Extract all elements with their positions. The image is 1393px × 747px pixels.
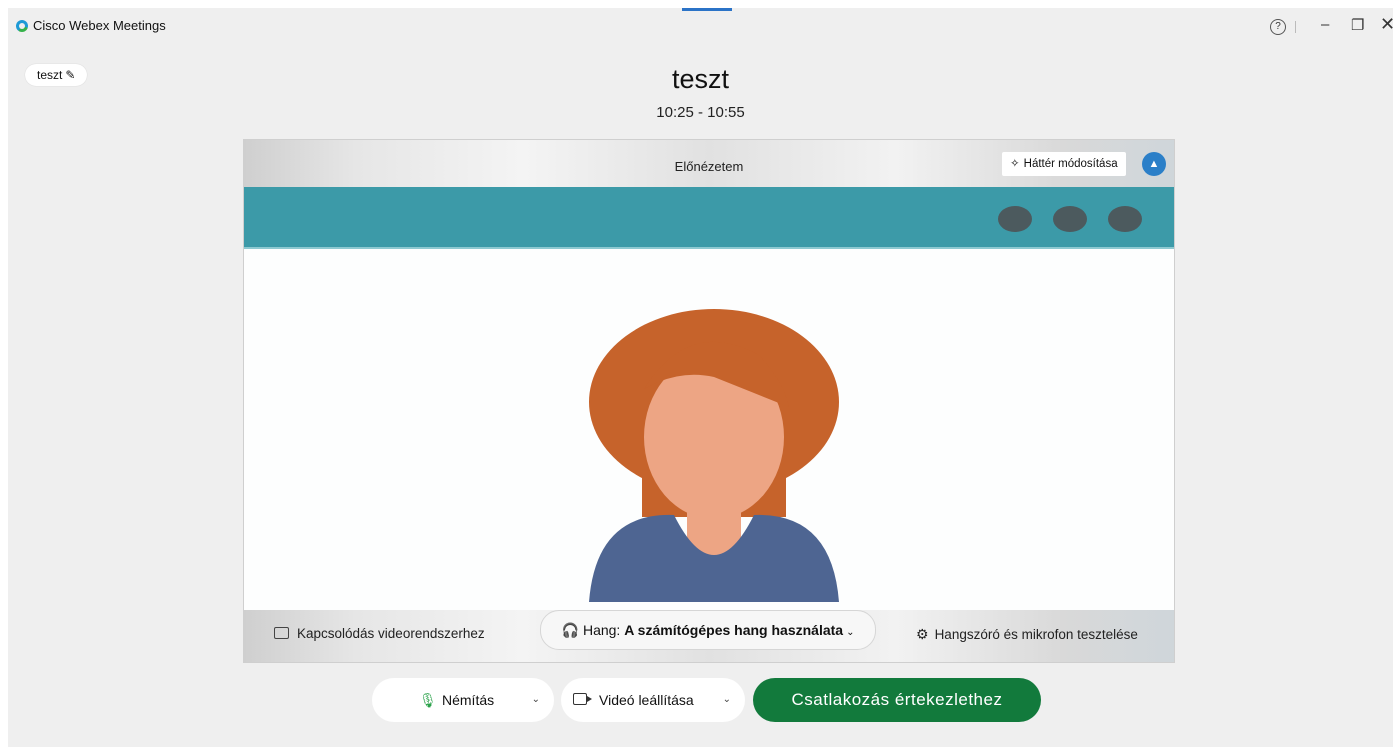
banner-dot [1108,206,1142,232]
mute-label: Némítás [442,692,495,708]
video-banner [244,187,1174,249]
video-preview: Előnézetem ✧Háttér módosítása ▲ Kapcsol [243,139,1175,663]
headset-icon: 🎧 [561,622,579,638]
chevron-down-icon[interactable]: ⌄ [532,678,540,722]
webex-logo-icon [16,20,28,32]
preview-bottom-bar: Kapcsolódás videorendszerhez 🎧 Hang: A sz… [244,610,1174,662]
person-blur-icon[interactable]: ▲ [1142,152,1166,176]
chevron-down-icon[interactable]: ⌄ [723,678,731,722]
gear-icon: ⚙ [916,626,929,642]
minimize-icon[interactable]: – [1321,16,1329,33]
meeting-controls: 🎙 Némítás ⌄ Videó leállítása ⌄ Csatlakoz… [8,678,1393,724]
audio-option: A számítógépes hang használata [624,622,844,638]
microphone-icon: 🎙 [419,692,437,708]
stop-video-button[interactable]: Videó leállítása ⌄ [561,678,745,722]
mute-button[interactable]: 🎙 Némítás ⌄ [372,678,554,722]
audio-select-button[interactable]: 🎧 Hang: A számítógépes hang használata ⌄ [540,610,876,650]
maximize-icon[interactable]: ❐ [1351,16,1364,34]
webex-window: Cisco Webex Meetings ? – ❐ ✕ teszt ✎ tesz… [8,8,1393,747]
meeting-title: teszt [671,64,730,94]
camera-feed [244,187,1174,610]
banner-dot [1053,206,1087,232]
meeting-time: 10:25 - 10:55 [656,104,745,121]
change-background-button[interactable]: ✧ Háttér módosítása [1002,152,1126,176]
app-title: Cisco Webex Meetings [33,18,166,33]
avatar-illustration [589,309,839,602]
connect-video-label: Kapcsolódás videorendszerhez [297,626,485,641]
cast-icon [274,627,289,639]
banner-dot [998,206,1032,232]
speaker-test-label: Hangszóró és mikrofon tesztelése [934,627,1138,642]
title-separator [1295,21,1296,33]
change-background-label: Háttér módosítása [1023,158,1118,170]
help-icon[interactable]: ? [1270,19,1286,35]
chevron-down-icon: ⌄ [846,627,855,638]
magic-wand-icon: ✧ [1010,158,1020,170]
window-accent-line [682,8,732,11]
close-icon[interactable]: ✕ [1380,14,1393,35]
title-bar: Cisco Webex Meetings ? – ❐ ✕ [8,8,1393,44]
audio-prefix: Hang: [582,622,621,638]
speaker-mic-test-button[interactable]: ⚙ Hangszóró és mikrofon tesztelése [916,626,1138,643]
stop-video-label: Videó leállítása [599,692,694,708]
connect-video-system-button[interactable]: Kapcsolódás videorendszerhez [274,626,485,641]
join-meeting-button[interactable]: Csatlakozás értekezlethez [753,678,1041,722]
video-camera-icon [573,693,592,705]
